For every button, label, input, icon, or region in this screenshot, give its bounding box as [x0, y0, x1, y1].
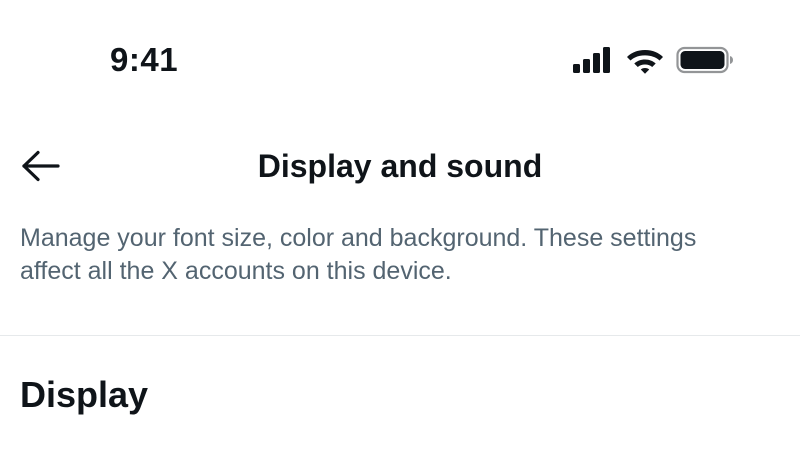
- status-time: 9:41: [110, 41, 179, 78]
- status-bar: 9:41: [0, 0, 800, 110]
- wifi-icon: [627, 50, 663, 74]
- divider: [0, 335, 800, 336]
- header: Display and sound: [0, 130, 800, 200]
- status-icons: [572, 44, 734, 76]
- battery-icon: [676, 46, 733, 74]
- signal-icon: [573, 47, 610, 73]
- page-description: Manage your font size, color and backgro…: [20, 224, 697, 285]
- display-and-sound-screen: 9:41 Display and sound Manage your font …: [0, 0, 800, 450]
- section-title-display: Display: [20, 374, 149, 415]
- page-title: Display and sound: [257, 148, 543, 184]
